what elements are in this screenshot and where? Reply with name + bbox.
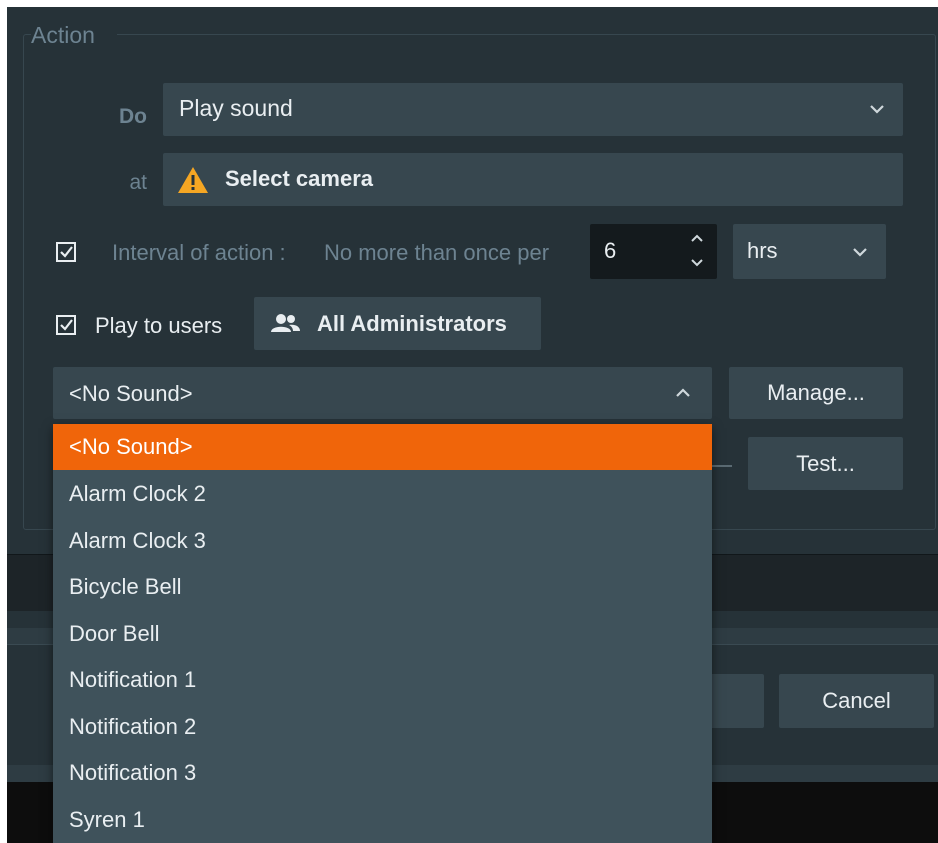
- warning-icon: [178, 167, 208, 193]
- chevron-down-icon: [870, 105, 884, 114]
- spin-down-icon[interactable]: [690, 258, 704, 268]
- interval-unit-select[interactable]: hrs: [733, 224, 886, 279]
- interval-unit-value: hrs: [747, 238, 778, 263]
- camera-select[interactable]: Select camera: [163, 153, 903, 206]
- test-button[interactable]: Test...: [748, 437, 903, 490]
- users-icon: [271, 314, 300, 332]
- interval-spinbox[interactable]: 6: [590, 224, 717, 279]
- cancel-button[interactable]: Cancel: [779, 674, 934, 728]
- play-to-users-label: Play to users: [95, 313, 223, 338]
- list-item[interactable]: Notification 3: [53, 750, 712, 796]
- list-item[interactable]: Notification 1: [53, 657, 712, 703]
- play-to-users-checkbox[interactable]: [55, 314, 77, 336]
- do-select-value: Play sound: [179, 95, 293, 121]
- manage-button[interactable]: Manage...: [729, 367, 903, 419]
- list-item[interactable]: <No Sound>: [53, 424, 712, 470]
- select-users-label: All Administrators: [317, 311, 507, 336]
- camera-select-value: Select camera: [225, 166, 373, 191]
- sound-dropdown-list[interactable]: <No Sound> Alarm Clock 2 Alarm Clock 3 B…: [53, 424, 712, 843]
- at-label: at: [129, 171, 147, 194]
- chevron-down-icon: [853, 248, 867, 257]
- interval-value: 6: [604, 238, 617, 263]
- event-rule-dialog: Action Do Play sound at Select camera In…: [7, 7, 938, 843]
- do-select[interactable]: Play sound: [163, 83, 903, 136]
- spin-up-icon[interactable]: [690, 233, 704, 243]
- interval-sublabel: No more than once per: [324, 240, 550, 265]
- list-item[interactable]: Alarm Clock 3: [53, 518, 712, 564]
- list-item[interactable]: Alarm Clock 2: [53, 471, 712, 517]
- action-group-title: Action: [31, 18, 117, 52]
- list-item[interactable]: Notification 2: [53, 704, 712, 750]
- divider: [712, 465, 732, 467]
- list-item[interactable]: Syren 1: [53, 797, 712, 843]
- sound-select[interactable]: <No Sound>: [53, 367, 712, 419]
- interval-label: Interval of action :: [112, 240, 286, 265]
- sound-select-value: <No Sound>: [69, 381, 193, 406]
- chevron-up-icon: [676, 388, 690, 397]
- do-label: Do: [119, 105, 147, 128]
- list-item[interactable]: Door Bell: [53, 611, 712, 657]
- select-users-button[interactable]: All Administrators: [254, 297, 541, 350]
- list-item[interactable]: Bicycle Bell: [53, 564, 712, 610]
- interval-checkbox[interactable]: [55, 241, 77, 263]
